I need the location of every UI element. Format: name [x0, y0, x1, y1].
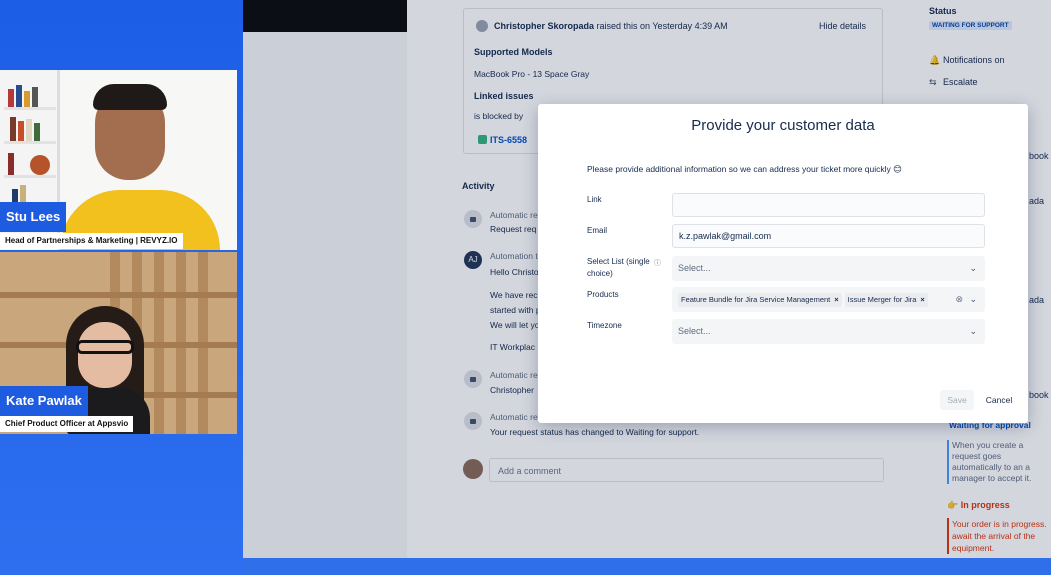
select-list-dropdown[interactable]: Select... ⌄ — [672, 256, 985, 281]
bottom-strip — [243, 558, 1051, 575]
email-label: Email — [587, 226, 608, 235]
video-tile-host: Stu Lees Head of Partnerships & Marketin… — [0, 70, 237, 250]
save-button[interactable]: Save — [940, 390, 974, 410]
remove-tag-icon[interactable]: × — [834, 295, 838, 304]
cancel-button[interactable]: Cancel — [980, 390, 1018, 410]
video-tile-guest: Kate Pawlak Chief Product Officer at App… — [0, 252, 237, 434]
timezone-dropdown[interactable]: Select... ⌄ — [672, 319, 985, 344]
modal-intro: Please provide additional information so… — [587, 164, 903, 174]
timezone-label: Timezone — [587, 321, 622, 330]
link-label: Link — [587, 195, 602, 204]
clear-icon[interactable]: ⊗ — [955, 287, 963, 312]
email-input[interactable] — [672, 224, 985, 248]
customer-data-modal: Provide your customer data Please provid… — [538, 104, 1028, 423]
select-list-label: Select List (single choice) — [587, 257, 650, 278]
guest-role-badge: Chief Product Officer at Appsvio — [0, 416, 134, 432]
presenter-hair — [93, 84, 167, 110]
host-role-badge: Head of Partnerships & Marketing | REVYZ… — [0, 233, 183, 249]
products-multiselect[interactable]: Feature Bundle for Jira Service Manageme… — [672, 287, 985, 312]
remove-tag-icon[interactable]: × — [920, 295, 924, 304]
products-label: Products — [587, 290, 619, 299]
info-icon[interactable]: ⓘ — [654, 258, 661, 268]
chevron-down-icon: ⌄ — [969, 294, 977, 304]
chevron-down-icon: ⌄ — [969, 263, 977, 273]
guest-glasses — [76, 340, 134, 354]
guest-face — [78, 322, 132, 388]
host-name-badge: Stu Lees — [0, 202, 67, 232]
guest-name-badge: Kate Pawlak — [0, 386, 88, 416]
product-tag: Issue Merger for Jira × — [844, 293, 928, 307]
modal-title: Provide your customer data — [691, 117, 875, 134]
link-input[interactable] — [672, 193, 985, 217]
chevron-down-icon: ⌄ — [969, 326, 977, 336]
product-tag: Feature Bundle for Jira Service Manageme… — [678, 293, 842, 307]
